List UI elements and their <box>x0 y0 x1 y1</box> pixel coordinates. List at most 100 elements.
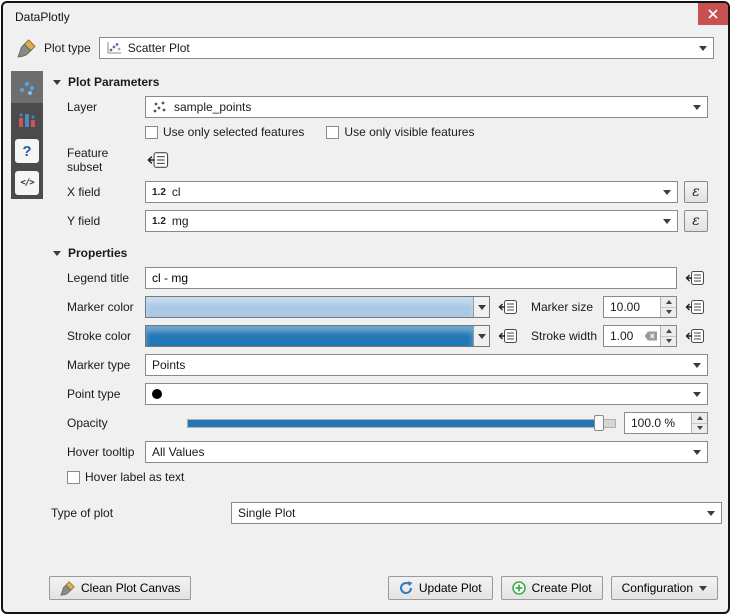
properties-title: Properties <box>68 246 127 260</box>
y-field-expression-button[interactable]: ε <box>684 210 708 232</box>
plot-type-row: Plot type Scatter Plot <box>3 31 728 65</box>
stroke-width-label: Stroke width <box>531 329 603 343</box>
chevron-up-icon <box>666 329 672 333</box>
point-type-select[interactable] <box>145 383 708 405</box>
plot-parameters-title: Plot Parameters <box>68 75 159 89</box>
decimal-field-icon: 1.2 <box>152 216 166 227</box>
x-field-expression-button[interactable]: ε <box>684 181 708 203</box>
clear-value-icon[interactable] <box>644 331 658 341</box>
layer-label: Layer <box>67 100 145 114</box>
bar-chart-tab-icon <box>17 109 37 129</box>
legend-title-input[interactable] <box>145 267 677 289</box>
dialog-content: ? </> Plot Parameters Layer <box>3 65 728 570</box>
chevron-down-icon <box>693 392 701 397</box>
hover-label-checkbox[interactable] <box>67 471 80 484</box>
spin-buttons <box>660 326 676 346</box>
create-plot-button[interactable]: Create Plot <box>501 576 603 600</box>
marker-color-dropdown[interactable] <box>473 297 489 317</box>
sidebar-item-code[interactable]: </> <box>11 167 43 199</box>
spin-up-button[interactable] <box>661 326 676 337</box>
plot-parameters-header[interactable]: Plot Parameters <box>53 75 708 89</box>
marker-type-value: Points <box>152 358 687 372</box>
epsilon-icon: ε <box>692 213 700 229</box>
dataplotly-brush-icon <box>17 39 36 58</box>
x-field-value: cl <box>172 185 657 199</box>
chevron-down-icon <box>663 190 671 195</box>
y-field-select[interactable]: 1.2 mg <box>145 210 678 232</box>
type-of-plot-value: Single Plot <box>238 506 701 520</box>
legend-title-override-button[interactable] <box>682 267 708 289</box>
opacity-slider[interactable] <box>187 413 616 433</box>
opacity-row: Opacity 100.0 % <box>67 412 708 434</box>
configuration-label: Configuration <box>622 581 693 595</box>
clean-plot-canvas-button[interactable]: Clean Plot Canvas <box>49 576 191 600</box>
plus-circle-icon <box>512 581 526 595</box>
chevron-down-icon <box>478 334 486 339</box>
stroke-color-dropdown[interactable] <box>473 326 489 346</box>
layer-value: sample_points <box>174 100 687 114</box>
type-of-plot-select[interactable]: Single Plot <box>231 502 722 524</box>
collapse-arrow-icon <box>53 80 61 85</box>
epsilon-icon: ε <box>692 184 700 200</box>
spin-down-button[interactable] <box>661 337 676 347</box>
slider-fill <box>188 420 598 427</box>
configuration-button[interactable]: Configuration <box>611 576 718 600</box>
layer-select[interactable]: sample_points <box>145 96 708 118</box>
slider-handle[interactable] <box>594 415 604 431</box>
update-plot-button[interactable]: Update Plot <box>388 576 493 600</box>
hover-tooltip-select[interactable]: All Values <box>145 441 708 463</box>
stroke-width-spinbox[interactable]: 1.00 <box>603 325 677 347</box>
decimal-field-icon: 1.2 <box>152 187 166 198</box>
create-plot-label: Create Plot <box>532 581 592 595</box>
spin-down-button[interactable] <box>661 308 676 318</box>
stroke-color-override-button[interactable] <box>495 325 521 347</box>
footer: Clean Plot Canvas Update Plot Create Plo… <box>3 570 728 612</box>
collapse-arrow-icon <box>53 251 61 256</box>
data-defined-override-icon <box>498 299 518 315</box>
chevron-down-icon <box>707 511 715 516</box>
marker-size-value: 10.00 <box>604 300 660 314</box>
marker-color-button[interactable] <box>145 296 490 318</box>
feature-subset-expression-button[interactable] <box>145 149 171 171</box>
spin-up-button[interactable] <box>692 413 707 424</box>
sidebar: ? </> <box>11 71 43 199</box>
stroke-width-value: 1.00 <box>604 329 644 343</box>
slider-track[interactable] <box>187 419 616 428</box>
legend-title-label: Legend title <box>67 271 145 285</box>
use-visible-features-label: Use only visible features <box>344 125 474 139</box>
chevron-down-icon <box>478 305 486 310</box>
close-button[interactable] <box>698 3 728 25</box>
main-panel: Plot Parameters Layer sample_points <box>43 69 728 531</box>
spin-down-button[interactable] <box>692 424 707 434</box>
chevron-down-icon <box>663 219 671 224</box>
plot-type-label: Plot type <box>44 41 91 55</box>
marker-type-label: Marker type <box>67 358 145 372</box>
use-visible-features-checkbox[interactable] <box>326 126 339 139</box>
sidebar-item-scatter-plot[interactable] <box>11 71 43 103</box>
sidebar-item-bar-plot[interactable] <box>11 103 43 135</box>
sidebar-item-help[interactable]: ? <box>11 135 43 167</box>
marker-size-spinbox[interactable]: 10.00 <box>603 296 677 318</box>
brush-icon <box>60 581 75 596</box>
use-selected-features-checkbox[interactable] <box>145 126 158 139</box>
scatter-tab-icon <box>17 77 37 97</box>
point-type-row: Point type <box>67 383 708 405</box>
close-icon <box>708 9 718 19</box>
stroke-color-button[interactable] <box>145 325 490 347</box>
marker-type-select[interactable]: Points <box>145 354 708 376</box>
feature-filters-row: Use only selected features Use only visi… <box>67 125 708 139</box>
properties-header[interactable]: Properties <box>53 246 708 260</box>
feature-subset-label: Feature subset <box>67 146 145 174</box>
opacity-value: 100.0 % <box>625 416 691 430</box>
marker-size-override-button[interactable] <box>682 296 708 318</box>
titlebar[interactable]: DataPlotly <box>3 3 728 31</box>
spin-up-button[interactable] <box>661 297 676 308</box>
opacity-spinbox[interactable]: 100.0 % <box>624 412 708 434</box>
stroke-width-override-button[interactable] <box>682 325 708 347</box>
chevron-down-icon <box>666 310 672 314</box>
update-plot-label: Update Plot <box>419 581 482 595</box>
x-field-row: X field 1.2 cl ε <box>67 181 708 203</box>
marker-color-override-button[interactable] <box>495 296 521 318</box>
x-field-select[interactable]: 1.2 cl <box>145 181 678 203</box>
plot-type-select[interactable]: Scatter Plot <box>99 37 714 59</box>
